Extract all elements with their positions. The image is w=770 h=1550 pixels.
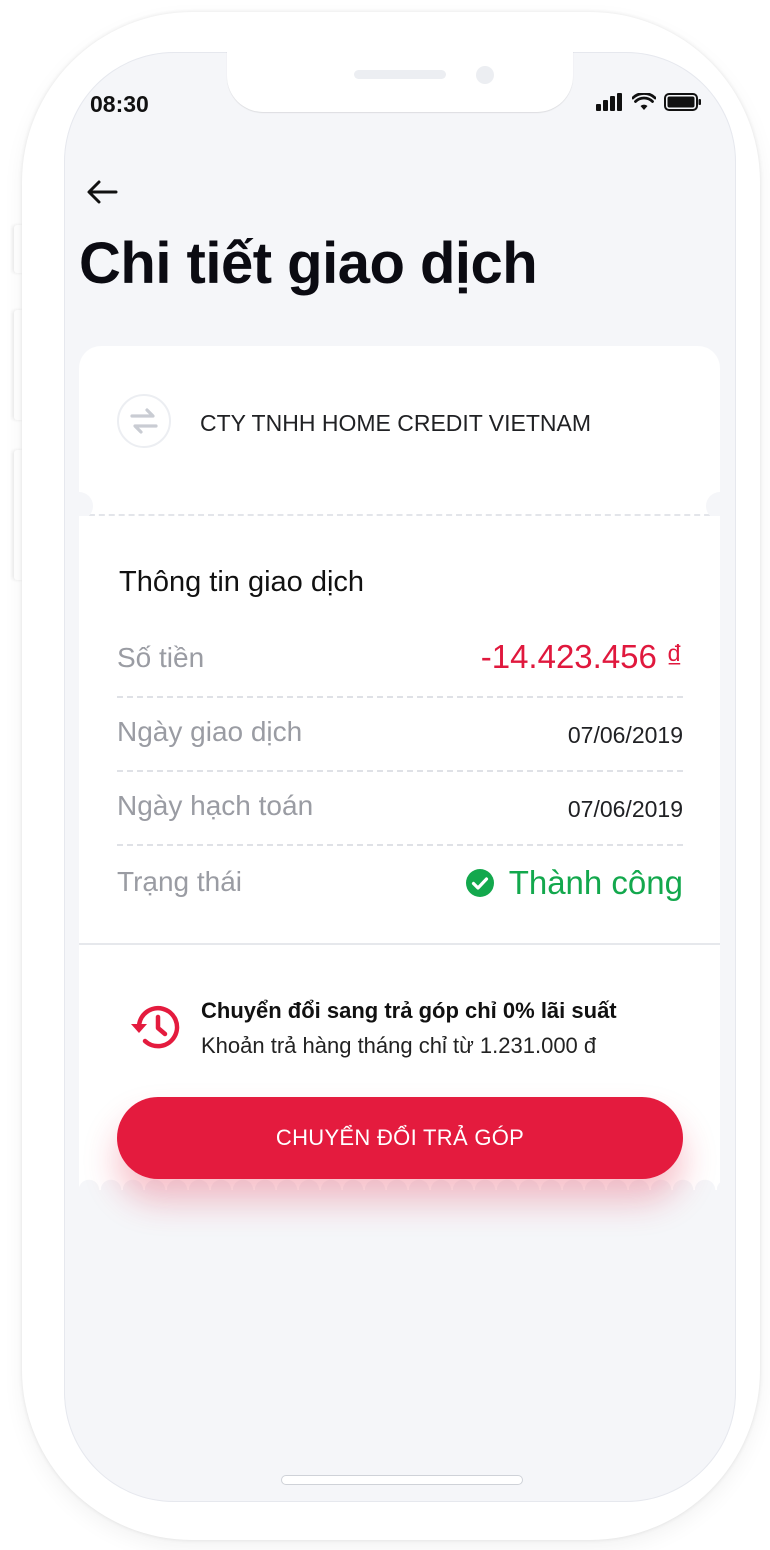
page-title: Chi tiết giao dịch — [79, 231, 538, 296]
history-icon — [128, 1002, 180, 1052]
status-value: Thành công — [465, 864, 683, 902]
back-button[interactable] — [84, 176, 120, 208]
amount-value: -14.423.456 ₫ — [480, 638, 683, 675]
front-camera — [476, 66, 494, 84]
wifi-icon — [632, 93, 656, 110]
row-label: Số tiền — [117, 642, 205, 673]
merchant-name: CTY TNHH HOME CREDIT VIETNAM — [200, 410, 592, 436]
back-arrow-icon — [87, 180, 118, 204]
row-label: Ngày giao dịch — [117, 716, 303, 747]
transaction-card: Thông tin giao dịch Số tiền -14.423.456 … — [79, 516, 720, 1068]
section-title: Thông tin giao dịch — [119, 566, 365, 598]
section-divider — [79, 943, 720, 945]
promo-title: Chuyển đổi sang trả góp chỉ 0% lãi suất — [201, 998, 617, 1023]
signal-icon — [596, 93, 622, 111]
status-icons — [596, 93, 702, 111]
promo-subtitle: Khoản trả hàng tháng chỉ từ 1.231.000 đ — [201, 1033, 597, 1058]
battery-icon — [664, 93, 701, 111]
row-amount: Số tiền -14.423.456 ₫ — [117, 626, 683, 698]
row-label: Trạng thái — [117, 866, 243, 897]
posting-date-value: 07/06/2019 — [567, 796, 683, 822]
status-text: Thành công — [508, 864, 683, 901]
row-label: Ngày hạch toán — [117, 790, 314, 821]
speaker — [354, 70, 446, 79]
merchant-card: CTY TNHH HOME CREDIT VIETNAM — [79, 346, 720, 516]
status-time: 08:30 — [90, 91, 149, 117]
convert-installment-button[interactable]: CHUYỂN ĐỔI TRẢ GÓP — [117, 1097, 683, 1179]
row-posting-date: Ngày hạch toán 07/06/2019 — [117, 774, 683, 846]
success-check-icon — [465, 869, 494, 897]
row-status: Trạng thái Thành công — [117, 850, 683, 920]
transaction-date-value: 07/06/2019 — [567, 722, 683, 748]
home-indicator[interactable] — [282, 1476, 522, 1484]
transfer-icon — [117, 394, 171, 448]
row-transaction-date: Ngày giao dịch 07/06/2019 — [117, 700, 683, 772]
notch — [227, 52, 573, 112]
